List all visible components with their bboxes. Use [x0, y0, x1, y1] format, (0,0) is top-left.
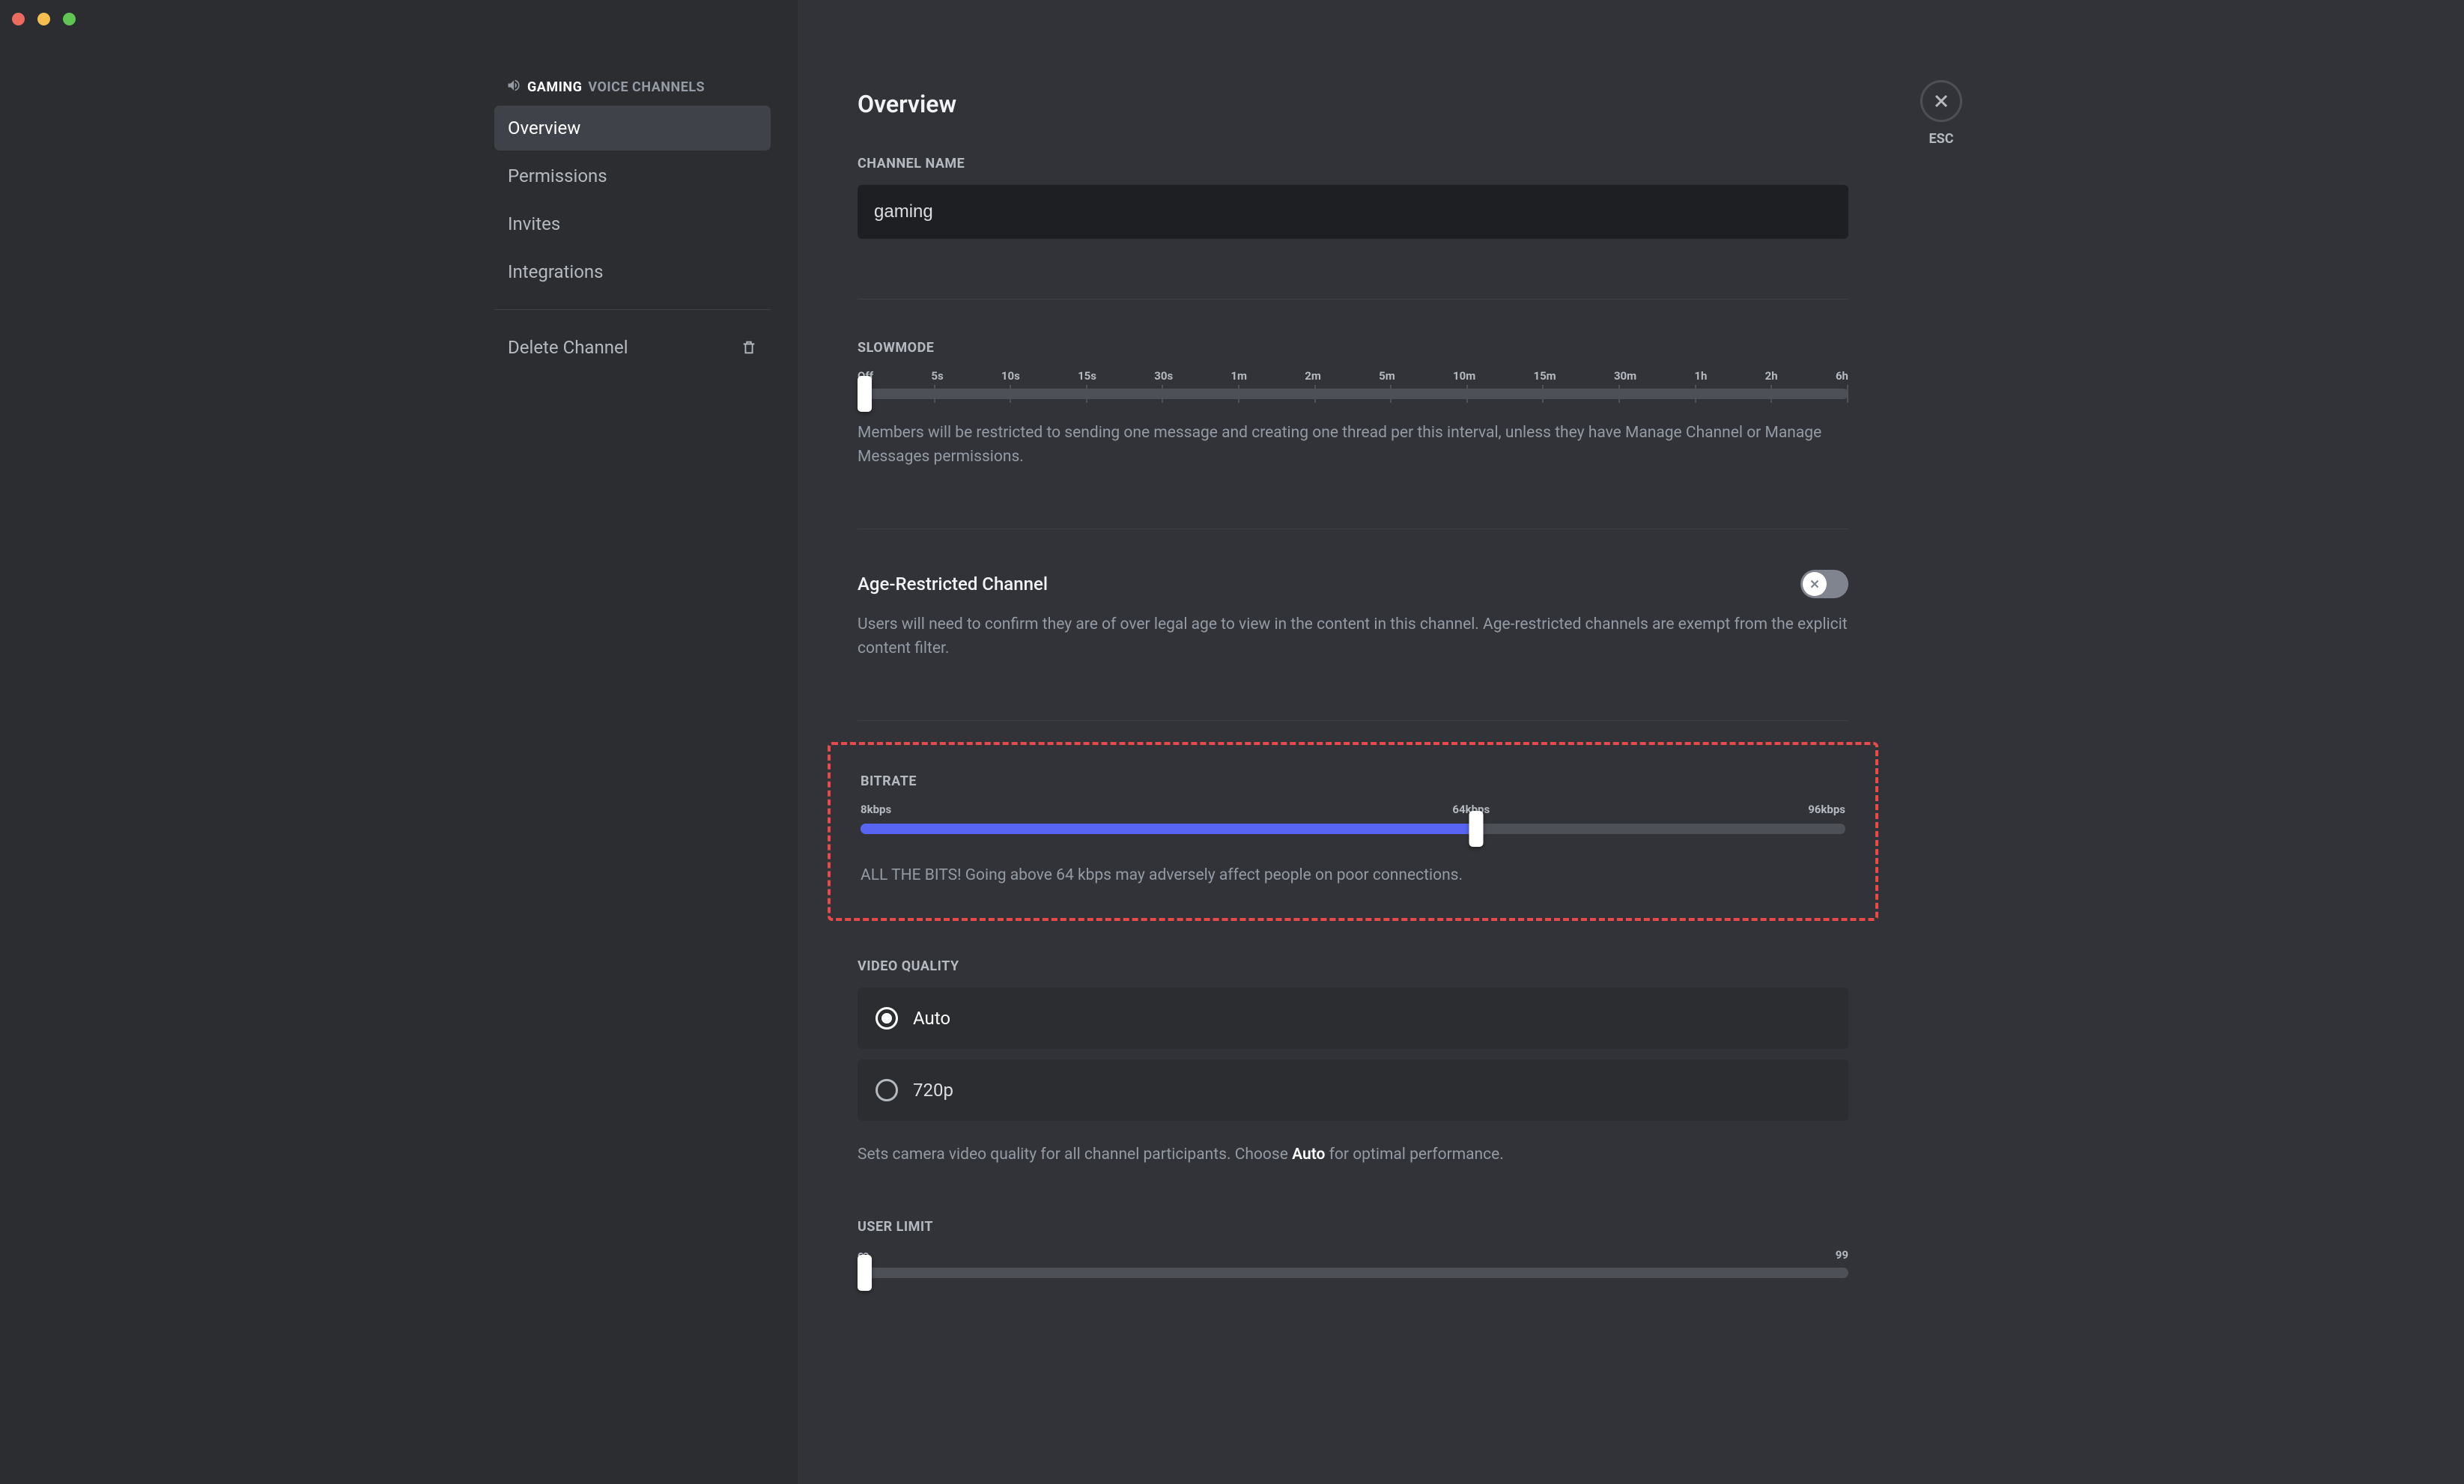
sidebar-item-overview[interactable]: Overview: [494, 106, 771, 150]
slowmode-tick: 6h: [1836, 369, 1848, 383]
slowmode-tick: 2h: [1765, 369, 1778, 383]
slowmode-tick: 10s: [1001, 369, 1020, 383]
close-icon: [1932, 92, 1950, 110]
bitrate-thumb[interactable]: [1469, 811, 1483, 847]
sidebar-channel-name: GAMING: [527, 79, 582, 95]
radio-label: 720p: [913, 1080, 953, 1101]
sidebar-header: GAMING VOICE CHANNELS: [494, 78, 771, 106]
slowmode-tick: 30s: [1154, 369, 1173, 383]
slowmode-tick: 15m: [1533, 369, 1556, 383]
bitrate-fill: [861, 824, 1476, 834]
sidebar-divider: [494, 309, 771, 310]
sidebar-delete-label: Delete Channel: [508, 337, 628, 358]
video-quality-help: Sets camera video quality for all channe…: [858, 1143, 1848, 1167]
bitrate-min-label: 8kbps: [861, 803, 891, 816]
slowmode-label: SLOWMODE: [858, 340, 1848, 356]
bitrate-highlight: BITRATE 8kbps 64kbps 96kbps ALL THE BITS…: [828, 742, 1878, 921]
slowmode-help: Members will be restricted to sending on…: [858, 422, 1848, 469]
bitrate-slider[interactable]: [861, 824, 1845, 834]
slowmode-tick: 1m: [1231, 369, 1247, 383]
radio-icon: [876, 1079, 898, 1101]
sidebar-item-invites[interactable]: Invites: [494, 201, 771, 246]
slowmode-thumb[interactable]: [858, 376, 872, 412]
sidebar-item-permissions[interactable]: Permissions: [494, 153, 771, 198]
age-restricted-toggle[interactable]: [1800, 570, 1848, 598]
toggle-knob: [1803, 572, 1827, 596]
user-limit-thumb[interactable]: [858, 1255, 872, 1291]
slowmode-tick: 5m: [1379, 369, 1395, 383]
user-limit-label: USER LIMIT: [858, 1219, 1848, 1235]
esc-label: ESC: [1929, 131, 1954, 147]
age-restricted-title: Age-Restricted Channel: [858, 574, 1048, 594]
channel-name-input[interactable]: [858, 185, 1848, 239]
slowmode-tick: 15s: [1078, 369, 1096, 383]
sidebar-category: VOICE CHANNELS: [588, 79, 705, 95]
radio-label: Auto: [913, 1008, 950, 1029]
bitrate-help: ALL THE BITS! Going above 64 kbps may ad…: [861, 864, 1845, 888]
bitrate-max-label: 96kbps: [1808, 803, 1845, 816]
slowmode-slider[interactable]: Off 5s 10s 15s 30s 1m 2m 5m 10m 15m 30m …: [858, 369, 1848, 399]
minimize-window-dot[interactable]: [37, 13, 50, 25]
slowmode-tick: 1h: [1694, 369, 1707, 383]
speaker-icon: [506, 78, 521, 97]
sidebar-delete-channel[interactable]: Delete Channel: [494, 325, 771, 370]
video-quality-option-720p[interactable]: 720p: [858, 1059, 1848, 1121]
window-traffic-lights[interactable]: [12, 13, 76, 25]
trash-icon: [741, 339, 757, 356]
video-quality-option-auto[interactable]: Auto: [858, 988, 1848, 1049]
slowmode-tick: 5s: [931, 369, 943, 383]
close-window-dot[interactable]: [12, 13, 25, 25]
radio-icon: [876, 1007, 898, 1030]
slowmode-tick: 10m: [1453, 369, 1475, 383]
channel-name-label: CHANNEL NAME: [858, 156, 1848, 171]
sidebar-item-integrations[interactable]: Integrations: [494, 249, 771, 294]
video-quality-label: VIDEO QUALITY: [858, 958, 1848, 974]
x-icon: [1808, 577, 1821, 591]
maximize-window-dot[interactable]: [63, 13, 76, 25]
slowmode-tick: 30m: [1614, 369, 1636, 383]
close-button[interactable]: [1920, 80, 1962, 122]
page-title: Overview: [858, 90, 1848, 118]
user-limit-slider[interactable]: [858, 1268, 1848, 1278]
bitrate-label: BITRATE: [861, 773, 1845, 789]
user-limit-max-label: 99: [1836, 1248, 1848, 1262]
age-restricted-help: Users will need to confirm they are of o…: [858, 613, 1848, 660]
slowmode-tick: 2m: [1305, 369, 1321, 383]
